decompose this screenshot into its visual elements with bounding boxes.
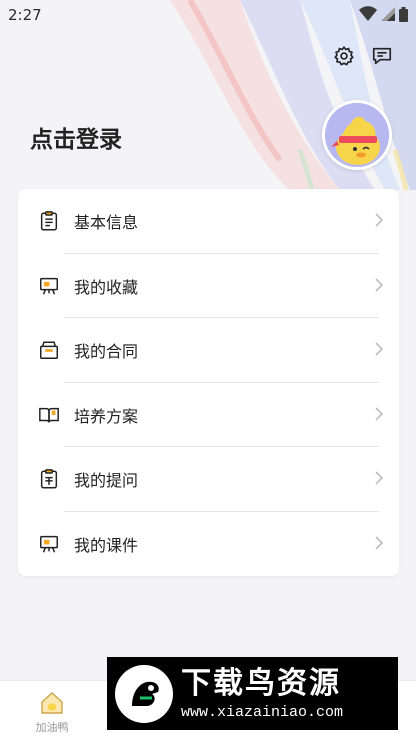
watermark-url: www.xiazainiao.com <box>181 704 344 721</box>
chevron-right-icon <box>375 471 383 485</box>
settings-button[interactable] <box>332 44 356 68</box>
menu-item-label: 基本信息 <box>74 213 139 233</box>
watermark-title: 下载鸟资源 <box>181 666 341 701</box>
clipboard-list-icon <box>38 210 60 232</box>
folder-box-icon <box>38 339 60 361</box>
avatar[interactable] <box>322 100 392 170</box>
wifi-icon <box>359 6 377 21</box>
menu-item-label: 培养方案 <box>74 406 139 426</box>
chevron-right-icon <box>375 535 383 550</box>
duck-avatar-image <box>325 103 389 167</box>
status-time: 2:27 <box>8 6 42 24</box>
menu-item-label: 我的合同 <box>74 342 139 362</box>
status-icons <box>359 6 408 22</box>
menu-item-basic-info[interactable]: 基本信息 <box>18 189 399 254</box>
status-bar: 2:27 <box>0 0 416 30</box>
menu-item-contracts[interactable]: 我的合同 <box>18 318 399 383</box>
menu-item-favorites[interactable]: 我的收藏 <box>18 254 399 318</box>
chevron-right-icon <box>375 213 383 227</box>
chevron-right-icon <box>375 277 383 292</box>
header-actions <box>332 44 394 68</box>
watermark-banner: 下载鸟资源 www.xiazainiao.com <box>107 657 398 730</box>
menu-item-label: 我的收藏 <box>74 277 139 297</box>
profile-menu: 基本信息 我的收藏 我的合同 培养方案 我的提问 我的课件 <box>18 189 399 576</box>
open-book-icon <box>38 404 60 426</box>
watermark-text: 下载鸟资源 www.xiazainiao.com <box>181 666 343 721</box>
messages-button[interactable] <box>370 44 394 68</box>
menu-item-questions[interactable]: 我的提问 <box>18 447 399 512</box>
menu-item-courseware[interactable]: 我的课件 <box>18 512 399 577</box>
home-duck-icon <box>41 692 63 714</box>
chevron-right-icon <box>375 406 383 421</box>
menu-item-label: 我的课件 <box>74 535 139 555</box>
watermark-bird-logo <box>115 664 173 723</box>
login-prompt[interactable]: 点击登录 <box>30 120 122 154</box>
chevron-right-icon <box>375 342 383 356</box>
menu-item-training-plan[interactable]: 培养方案 <box>18 383 399 447</box>
menu-item-label: 我的提问 <box>74 471 139 491</box>
signal-icon <box>381 7 395 21</box>
presentation-board-icon <box>38 275 60 297</box>
nav-item-home[interactable]: 加油鸭 <box>0 681 104 739</box>
gear-icon <box>334 46 354 66</box>
battery-icon <box>399 6 408 22</box>
nav-label: 加油鸭 <box>35 721 69 734</box>
clipboard-question-icon <box>38 468 60 490</box>
chat-message-icon <box>372 47 392 65</box>
presentation-board-icon <box>38 533 60 555</box>
